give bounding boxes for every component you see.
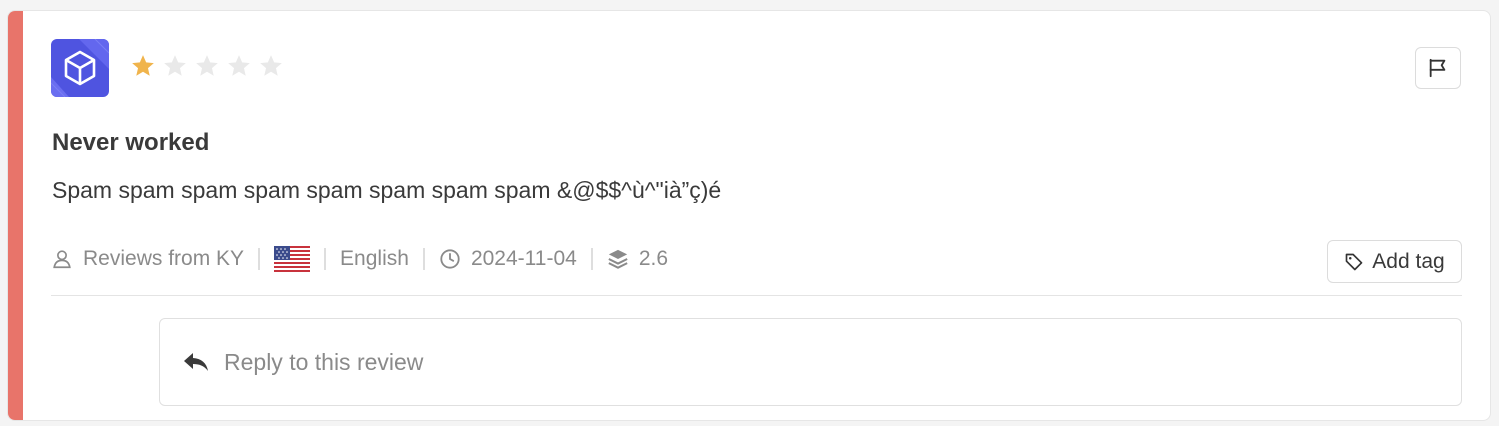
source-label: Reviews from KY <box>83 247 245 270</box>
meta-separator <box>422 248 425 270</box>
reply-placeholder: Reply to this review <box>224 348 424 375</box>
report-flag-button[interactable] <box>1415 47 1461 89</box>
add-tag-label: Add tag <box>1372 249 1445 273</box>
meta-separator <box>324 248 327 270</box>
meta-language: English <box>340 247 409 271</box>
review-title: Never worked <box>52 129 210 156</box>
clock-icon <box>440 249 460 269</box>
tag-icon <box>1345 253 1363 270</box>
star-icon-filled <box>132 55 154 76</box>
reply-input[interactable]: Reply to this review <box>159 318 1462 406</box>
add-tag-button[interactable]: Add tag <box>1327 240 1462 283</box>
star-icon-empty <box>164 55 186 76</box>
meta-date: 2024-11-04 <box>439 247 577 271</box>
review-meta: Reviews from KY English 2024-11-04 2.6 <box>51 243 668 275</box>
meta-separator <box>590 248 593 270</box>
date-label: 2024-11-04 <box>470 247 577 270</box>
review-card: Never worked Spam spam spam spam spam sp… <box>7 10 1491 421</box>
user-icon <box>53 250 71 269</box>
layers-icon <box>608 249 628 269</box>
meta-version: 2.6 <box>607 247 668 271</box>
meta-source: Reviews from KY <box>51 247 244 271</box>
review-body: Spam spam spam spam spam spam spam spam … <box>52 177 722 203</box>
language-label: English <box>340 247 409 270</box>
star-icon-empty <box>228 55 250 76</box>
meta-country <box>274 246 311 272</box>
divider <box>51 295 1462 296</box>
version-label: 2.6 <box>638 247 669 270</box>
star-icon-empty <box>260 55 282 76</box>
reply-icon <box>184 353 208 371</box>
us-flag-icon <box>274 246 311 272</box>
rating-accent-bar <box>8 11 23 420</box>
meta-separator <box>258 248 261 270</box>
cube-app-icon <box>51 39 109 97</box>
flag-icon <box>1429 58 1446 78</box>
star-rating <box>130 53 284 79</box>
star-icon-empty <box>196 55 218 76</box>
